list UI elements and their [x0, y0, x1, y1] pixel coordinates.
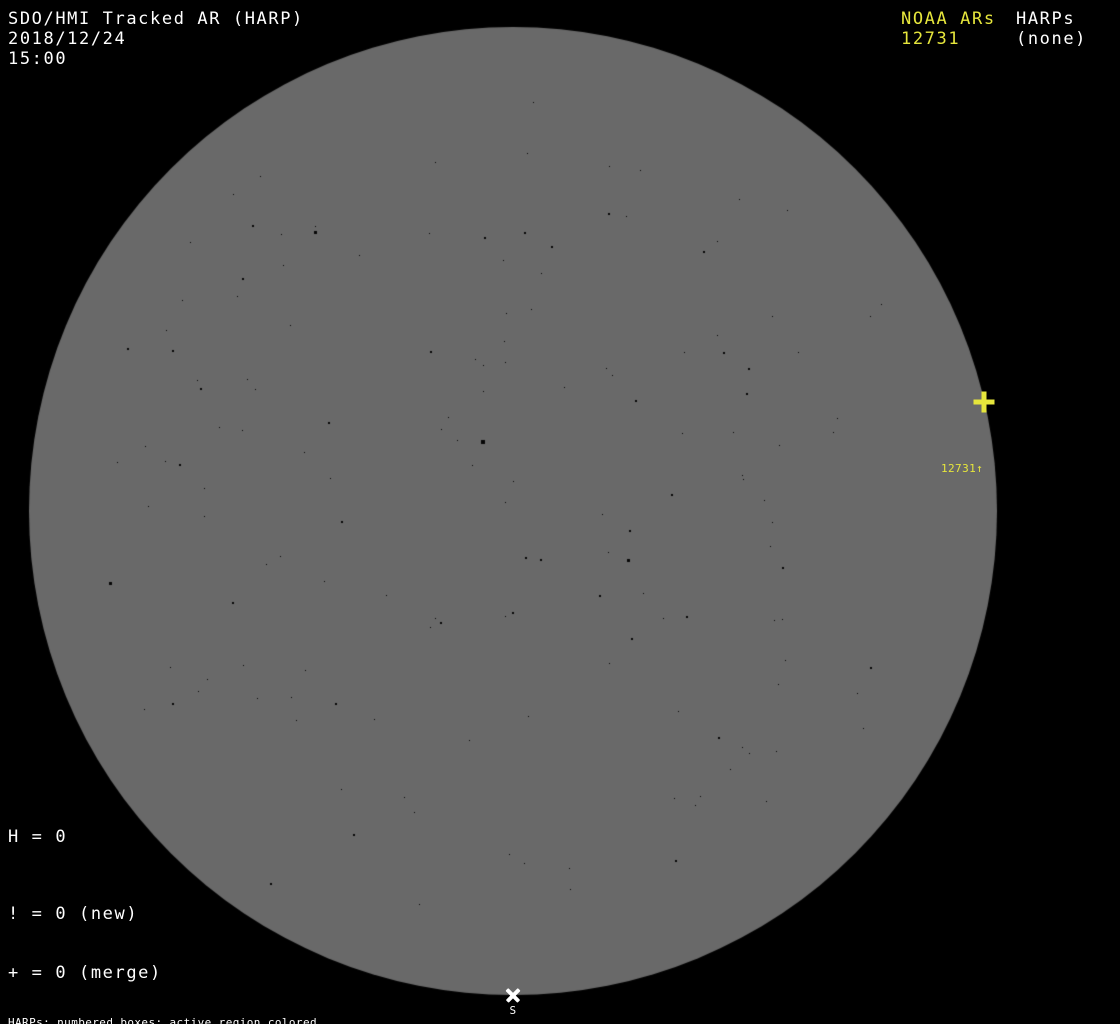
flag-line-merge: + = 0 (merge) [8, 963, 162, 983]
noaa-ars-column-header: NOAA ARs [901, 9, 996, 29]
south-pole-label: S [509, 1004, 517, 1017]
solar-harp-frame: SDO/HMI Tracked AR (HARP) 2018/12/24 15:… [0, 0, 1120, 1024]
frame-date: 2018/12/24 [8, 29, 127, 49]
page-title: SDO/HMI Tracked AR (HARP) [8, 9, 304, 29]
harps-value: (none) [1016, 29, 1088, 49]
flag-line-new: ! = 0 (new) [8, 904, 139, 924]
south-pole-x-marker [505, 987, 522, 1004]
noaa-ars-value: 12731 [901, 29, 961, 49]
harps-column-header: HARPs [1016, 9, 1076, 29]
cross-vertical-bar [981, 391, 987, 413]
footer-line-harps: HARPs: numbered boxes; active region col… [8, 1016, 317, 1024]
harp-count-line: H = 0 [8, 827, 68, 847]
frame-time: 15:00 [8, 49, 68, 69]
noaa-ar-cross-marker [973, 391, 995, 413]
footer-caption: HARPs: numbered boxes; active region col… [8, 993, 415, 1024]
noaa-ar-number-label: 12731↑ [941, 462, 984, 475]
